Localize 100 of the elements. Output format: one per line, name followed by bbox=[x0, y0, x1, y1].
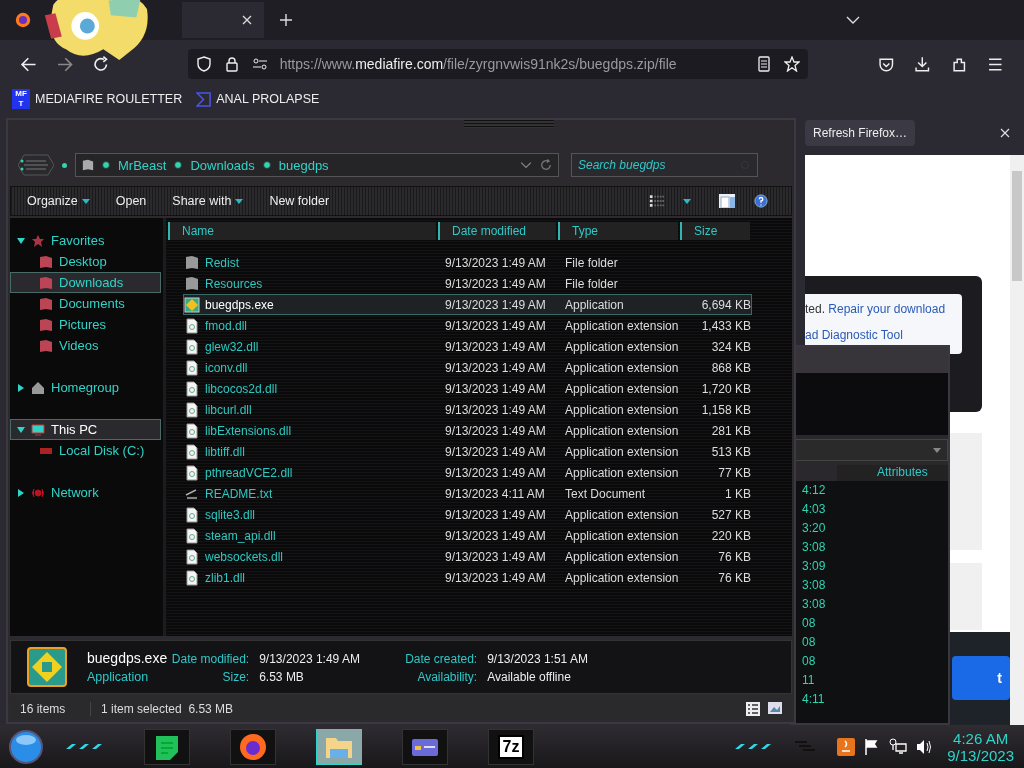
size-cell: 77 KB bbox=[718, 465, 751, 480]
nav-item[interactable]: Homegroup bbox=[10, 377, 161, 398]
taskbar-app[interactable] bbox=[144, 728, 190, 765]
field-value: 9/13/2023 1:51 AM bbox=[487, 652, 588, 666]
clock-date: 9/13/2023 bbox=[947, 746, 1014, 764]
nav-item[interactable]: Videos bbox=[10, 335, 161, 356]
nav-item[interactable]: This PC bbox=[10, 419, 161, 440]
file-row[interactable]: libcocos2d.dll 9/13/2023 1:49 AM Application extension 1,720 KB bbox=[183, 378, 752, 399]
file-icon bbox=[184, 443, 200, 460]
toolbar-button[interactable]: Open bbox=[107, 194, 155, 208]
start-button-icon[interactable] bbox=[8, 728, 44, 765]
folder-icon bbox=[39, 275, 53, 290]
close-icon[interactable] bbox=[242, 15, 252, 25]
address-field[interactable]: MrBeast Downloads buegdps bbox=[75, 153, 559, 177]
field-label: Date modified: bbox=[170, 652, 250, 666]
expand-arrow-icon[interactable] bbox=[17, 383, 25, 392]
bookmark[interactable]: MF T MEDIAFIRE ROULETTER bbox=[12, 89, 183, 109]
folder-icon bbox=[82, 159, 94, 171]
field-label: Date created: bbox=[404, 652, 478, 666]
address-bar[interactable]: https://www.mediafire.com/file/zyrgnvwis91nk2s/buegdps.zip/file bbox=[187, 49, 808, 79]
file-row[interactable]: libcurl.dll 9/13/2023 1:49 AM Application extension 1,158 KB bbox=[183, 399, 752, 420]
large-icons-view-icon[interactable] bbox=[768, 702, 782, 716]
column-header[interactable]: Name bbox=[168, 222, 436, 240]
settings-icon[interactable] bbox=[251, 56, 268, 72]
expand-arrow-icon[interactable] bbox=[17, 236, 25, 245]
refresh-firefox-button[interactable]: Refresh Firefox… bbox=[805, 120, 916, 146]
details-view-icon[interactable] bbox=[746, 702, 760, 716]
lock-icon[interactable] bbox=[223, 56, 240, 72]
toolbar-button[interactable]: Organize bbox=[19, 194, 98, 208]
file-row[interactable]: libExtensions.dll 9/13/2023 1:49 AM Application extension 281 KB bbox=[183, 420, 752, 441]
file-row[interactable]: pthreadVCE2.dll 9/13/2023 1:49 AM Application extension 77 KB bbox=[183, 462, 752, 483]
file-row[interactable]: websockets.dll 9/13/2023 1:49 AM Application extension 76 KB bbox=[183, 546, 752, 567]
nav-item[interactable]: Favorites bbox=[10, 230, 161, 251]
search-field[interactable]: Search buegdps bbox=[571, 153, 758, 177]
file-icon bbox=[184, 422, 200, 439]
file-row[interactable]: libtiff.dll 9/13/2023 1:49 AM Application extension 513 KB bbox=[183, 441, 752, 462]
file-row[interactable]: buegdps.exe 9/13/2023 1:49 AM Application 6,694 KB bbox=[183, 294, 752, 315]
taskbar-app[interactable] bbox=[402, 728, 448, 765]
url-text[interactable]: https://www.mediafire.com/file/zyrgnvwis91nk2s/buegdps.zip/file bbox=[279, 56, 677, 72]
column-header[interactable]: Type bbox=[558, 222, 678, 240]
shield-icon[interactable] bbox=[195, 56, 212, 72]
caret-icon[interactable] bbox=[683, 198, 691, 204]
scrollbar[interactable] bbox=[1010, 155, 1024, 725]
forward-icon[interactable] bbox=[56, 55, 74, 73]
network-icon[interactable] bbox=[889, 737, 908, 756]
size-cell: 6,694 KB bbox=[701, 297, 751, 312]
refresh-icon[interactable] bbox=[540, 159, 552, 171]
toolbar-button[interactable]: New folder bbox=[261, 194, 338, 208]
file-row[interactable]: glew32.dll 9/13/2023 1:49 AM Application extension 324 KB bbox=[183, 336, 752, 357]
bookmark-favicon: MF T bbox=[12, 89, 30, 109]
column-header[interactable]: Attributes bbox=[837, 465, 948, 481]
file-row[interactable]: sqlite3.dll 9/13/2023 1:49 AM Application extension 527 KB bbox=[183, 504, 752, 525]
repair-link[interactable]: Repair your download bbox=[828, 302, 946, 316]
file-row[interactable]: steam_api.dll 9/13/2023 1:49 AM Application extension 220 KB bbox=[183, 525, 752, 546]
file-row[interactable]: zlib1.dll 9/13/2023 1:49 AM Application extension 76 KB bbox=[183, 567, 752, 588]
nav-item[interactable]: Pictures bbox=[10, 314, 161, 335]
taskbar-app[interactable] bbox=[316, 728, 362, 765]
breadcrumb-item[interactable]: MrBeast bbox=[118, 157, 167, 173]
view-options-icon[interactable] bbox=[649, 194, 665, 208]
reload-icon[interactable] bbox=[93, 55, 110, 73]
nav-item[interactable]: Documents bbox=[10, 293, 161, 314]
breadcrumb-item[interactable]: buegdps bbox=[278, 157, 329, 173]
nav-item[interactable]: Downloads bbox=[10, 272, 161, 293]
action-button[interactable]: t bbox=[952, 656, 1010, 700]
nav-item[interactable]: Network bbox=[10, 482, 161, 503]
plus-icon[interactable] bbox=[280, 14, 292, 26]
file-name: libcurl.dll bbox=[205, 402, 252, 417]
expand-arrow-icon[interactable] bbox=[17, 425, 25, 434]
toolbar-button[interactable]: Share with bbox=[164, 194, 252, 208]
chevron-down-icon[interactable] bbox=[846, 16, 860, 24]
separator-dot bbox=[174, 161, 183, 169]
download-icon[interactable] bbox=[914, 55, 931, 73]
file-row[interactable]: README.txt 9/13/2023 4:11 AM Text Document 1 KB bbox=[183, 483, 752, 504]
close-icon[interactable] bbox=[1000, 128, 1010, 138]
taskbar-app[interactable]: 7z bbox=[488, 728, 534, 765]
reader-view-icon[interactable] bbox=[755, 56, 772, 72]
diagnostic-tool-link[interactable]: ad Diagnostic Tool bbox=[805, 328, 962, 342]
firefox-icon[interactable] bbox=[14, 11, 32, 29]
back-icon[interactable] bbox=[20, 55, 37, 73]
java-icon[interactable] bbox=[837, 737, 856, 756]
breadcrumb-item[interactable]: Downloads bbox=[190, 157, 255, 173]
taskbar-app[interactable] bbox=[230, 728, 276, 765]
time-cell-text: 3:08 bbox=[802, 596, 827, 613]
clock[interactable]: 4:26 AM 9/13/2023 bbox=[947, 729, 1014, 764]
file-row[interactable]: Redist 9/13/2023 1:49 AM File folder bbox=[183, 252, 752, 273]
file-row[interactable]: fmod.dll 9/13/2023 1:49 AM Application extension 1,433 KB bbox=[183, 315, 752, 336]
help-icon[interactable] bbox=[753, 194, 769, 208]
application-icon bbox=[184, 296, 200, 313]
size-cell: 220 KB bbox=[711, 528, 751, 543]
star-icon[interactable] bbox=[783, 56, 800, 72]
expand-arrow-icon[interactable] bbox=[17, 488, 25, 497]
file-row[interactable]: iconv.dll 9/13/2023 1:49 AM Application extension 868 KB bbox=[183, 357, 752, 378]
bookmark[interactable]: ANAL PROLAPSE bbox=[196, 91, 320, 107]
computer-icon bbox=[31, 422, 45, 437]
file-icon bbox=[184, 527, 200, 544]
file-row[interactable]: Resources 9/13/2023 1:49 AM File folder bbox=[183, 273, 752, 294]
column-header[interactable]: Size bbox=[680, 222, 750, 240]
nav-item[interactable]: Desktop bbox=[10, 251, 161, 272]
nav-item[interactable]: Local Disk (C:) bbox=[10, 440, 161, 461]
column-header[interactable]: Date modified bbox=[438, 222, 556, 240]
